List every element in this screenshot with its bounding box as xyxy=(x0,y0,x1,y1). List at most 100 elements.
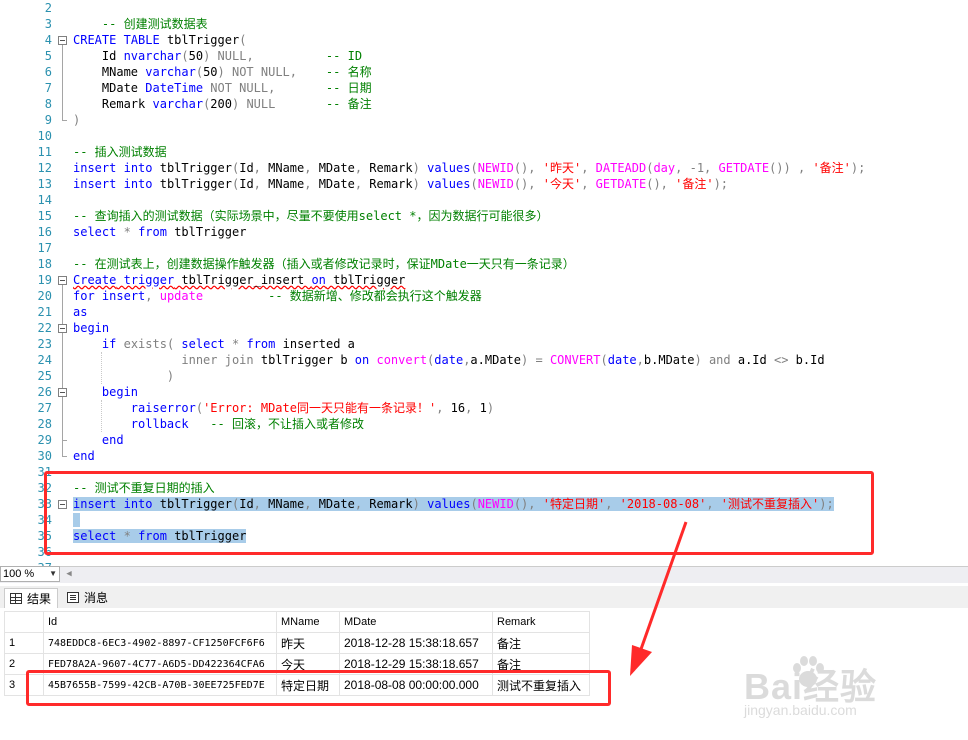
column-header-remark[interactable]: Remark xyxy=(492,611,590,633)
zoom-select[interactable]: 100 % ▼ xyxy=(0,566,60,582)
code-token: from xyxy=(138,225,167,239)
code-token: MName xyxy=(73,65,146,79)
line-number: 28 xyxy=(37,417,52,431)
code-token: date xyxy=(607,353,637,367)
table-row[interactable]: 1 748EDDC8-6EC3-4902-8897-CF1250FCF6F6 昨… xyxy=(4,632,590,654)
code-token: select xyxy=(73,225,117,239)
code-line[interactable]: as xyxy=(73,304,87,320)
zoom-value: 100 % xyxy=(3,568,35,580)
code-line[interactable]: begin xyxy=(73,384,138,400)
code-token: raiserror xyxy=(130,401,196,415)
code-line[interactable]: MDate DateTime NOT NULL, -- 日期 xyxy=(73,80,372,96)
code-token: ()) , xyxy=(769,161,806,175)
code-line[interactable]: insert into tblTrigger (Id, MName, MDate,… xyxy=(73,160,865,176)
cell-mname[interactable]: 昨天 xyxy=(276,632,340,654)
code-token: tblTrigger xyxy=(325,273,406,287)
code-token: into xyxy=(123,161,153,175)
column-header-id[interactable]: Id xyxy=(43,611,277,633)
code-token: -- 日期 xyxy=(325,81,372,95)
code-token: begin xyxy=(101,385,139,399)
code-line[interactable]: end xyxy=(73,448,95,464)
code-token: DateTime xyxy=(145,81,204,95)
tab-messages[interactable]: 消息 xyxy=(62,588,114,608)
code-line[interactable]: -- 在测试表上，创建数据操作触发器（插入或者修改记录时，保证MDate一天只有… xyxy=(73,256,575,272)
code-line[interactable]: -- 查询插入的测试数据（实际场景中，尽量不要使用select *，因为数据行可… xyxy=(73,208,548,224)
cell-id[interactable]: 748EDDC8-6EC3-4902-8897-CF1250FCF6F6 xyxy=(43,632,277,654)
corner-cell[interactable] xyxy=(4,611,44,633)
code-token: MDate xyxy=(318,177,355,191)
code-line[interactable]: rollback -- 回滚，不让插入或者修改 xyxy=(73,416,364,432)
code-token: () xyxy=(513,161,529,175)
code-token: , xyxy=(528,161,543,175)
code-line[interactable]: -- 创建测试数据表 xyxy=(73,16,208,32)
code-token: from xyxy=(246,337,276,351)
code-line[interactable]: ) xyxy=(73,112,80,128)
code-token: TABLE xyxy=(123,33,160,47)
tab-results[interactable]: 结果 xyxy=(4,588,59,608)
code-token: -- ID xyxy=(325,49,363,63)
code-token: end xyxy=(73,449,95,463)
collapse-icon[interactable] xyxy=(58,36,67,45)
code-line[interactable]: inner join tblTrigger b on convert(date,… xyxy=(73,352,825,368)
cell-remark[interactable]: 备注 xyxy=(492,632,590,654)
code-line[interactable]: CREATE TABLE tblTrigger( xyxy=(73,32,246,48)
code-token: varchar xyxy=(145,65,196,79)
code-line[interactable]: -- 插入测试数据 xyxy=(73,144,167,160)
collapse-icon[interactable] xyxy=(58,276,67,285)
code-line[interactable]: Create trigger tblTrigger_insert on tblT… xyxy=(73,272,405,288)
code-line[interactable]: if exists( select * from inserted a xyxy=(73,336,355,352)
chevron-down-icon[interactable]: ▼ xyxy=(49,567,57,581)
code-line[interactable]: end xyxy=(73,432,124,448)
code-token: b.Id xyxy=(788,353,825,367)
scroll-left-icon[interactable]: ◀ xyxy=(62,566,76,582)
code-token: rollback xyxy=(130,417,189,431)
cell-mdate[interactable]: 2018-12-28 15:38:18.657 xyxy=(339,632,493,654)
code-line[interactable]: Id nvarchar(50) NULL, -- ID xyxy=(73,48,362,64)
column-header-mname[interactable]: MName xyxy=(276,611,340,633)
code-token: 50 xyxy=(188,49,204,63)
line-number: 22 xyxy=(37,321,52,335)
column-header-mdate[interactable]: MDate xyxy=(339,611,493,633)
code-token: and xyxy=(708,353,731,367)
collapse-icon[interactable] xyxy=(58,324,67,333)
code-token: NULL xyxy=(217,49,247,63)
code-line[interactable]: insert into tblTrigger (Id, MName, MDate,… xyxy=(73,176,728,192)
line-number: 23 xyxy=(37,337,52,351)
code-token: b.MDate xyxy=(643,353,695,367)
row-number[interactable]: 1 xyxy=(4,632,44,654)
line-number: 17 xyxy=(37,241,52,255)
code-line[interactable]: ) xyxy=(73,368,174,384)
code-token: date xyxy=(434,353,464,367)
code-line[interactable]: Remark varchar(200) NULL -- 备注 xyxy=(73,96,372,112)
code-token: ( xyxy=(470,161,478,175)
code-token: -1 xyxy=(689,161,705,175)
line-number: 4 xyxy=(44,33,52,47)
code-line[interactable]: begin xyxy=(73,320,109,336)
code-token: ( xyxy=(239,33,247,47)
code-token: , xyxy=(289,65,298,79)
code-line[interactable]: for insert, update -- 数据新增、修改都会执行这个触发器 xyxy=(73,288,482,304)
outline-line xyxy=(62,45,63,120)
code-token: ( xyxy=(195,401,204,415)
code-token: , xyxy=(660,177,676,191)
line-number: 30 xyxy=(37,449,52,463)
code-token: Remark xyxy=(73,97,153,111)
line-number: 27 xyxy=(37,401,52,415)
line-number: 6 xyxy=(44,65,52,79)
code-token: -- 在测试表上，创建数据操作触发器（插入或者修改记录时，保证MDate一天只有… xyxy=(73,257,575,271)
annotation-box-code xyxy=(44,471,874,555)
code-token: ( xyxy=(181,49,189,63)
sql-editor[interactable]: 2 3 4 5 6 7 8 9 10 11 12 13 14 15 16 17 18 19 20 21 22 23 24 25… xyxy=(0,0,968,566)
code-line[interactable]: select * from tblTrigger xyxy=(73,224,246,240)
code-token: ) xyxy=(412,177,420,191)
line-number: 21 xyxy=(37,305,52,319)
code-line[interactable]: MName varchar(50) NOT NULL, -- 名称 xyxy=(73,64,372,80)
line-number: 16 xyxy=(37,225,52,239)
line-number: 9 xyxy=(44,113,52,127)
collapse-icon[interactable] xyxy=(58,388,67,397)
code-line[interactable]: raiserror('Error: MDate同一天只能有一条记录！', 16,… xyxy=(73,400,494,416)
